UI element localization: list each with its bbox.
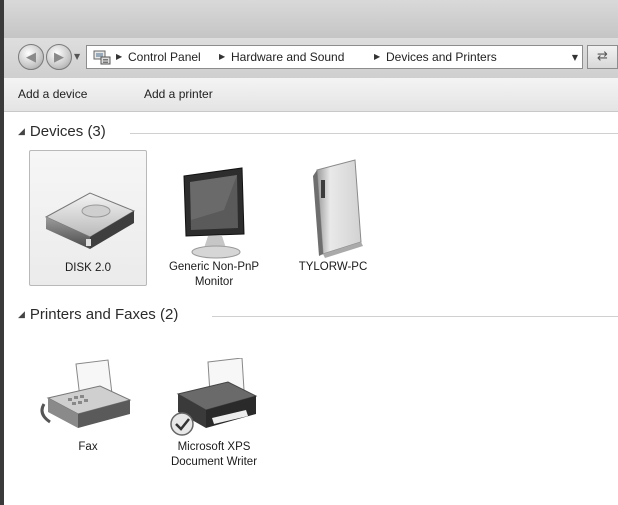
forward-arrow-icon: ▶ <box>54 49 64 65</box>
refresh-button[interactable]: ⇄ <box>587 45 618 69</box>
window-title-area <box>0 0 618 40</box>
printers-group-title: Printers and Faxes (2) <box>29 306 179 323</box>
control-panel-icon <box>93 50 111 65</box>
fax-icon <box>40 359 132 428</box>
breadcrumb-control-panel[interactable]: Control Panel <box>128 50 201 64</box>
group-divider <box>212 316 618 317</box>
printer-label: Fax <box>78 441 98 453</box>
printer-icon <box>170 358 258 436</box>
refresh-icon: ⇄ <box>597 49 608 64</box>
devices-group-header[interactable]: ◢ Devices (3) <box>18 123 106 140</box>
breadcrumb-separator-icon[interactable]: ▶ <box>116 52 122 61</box>
devices-group-title: Devices (3) <box>29 123 106 140</box>
device-label: TYLORW-PC <box>298 261 368 273</box>
collapse-triangle-icon[interactable]: ◢ <box>18 309 25 319</box>
device-item-disk[interactable]: DISK 2.0 <box>29 150 147 286</box>
address-dropdown-icon[interactable]: ▼ <box>572 53 578 62</box>
add-device-button[interactable]: Add a device <box>18 87 87 101</box>
address-bar[interactable]: ▶ Control Panel ▶ Hardware and Sound ▶ D… <box>86 45 583 69</box>
device-item-monitor[interactable]: Generic Non-PnP Monitor <box>155 150 273 290</box>
command-bar: Add a device Add a printer <box>4 78 618 112</box>
breadcrumb-separator-icon[interactable]: ▶ <box>219 52 225 61</box>
device-label: Generic Non-PnP Monitor <box>168 261 260 288</box>
collapse-triangle-icon[interactable]: ◢ <box>18 126 25 136</box>
monitor-icon <box>183 167 245 259</box>
breadcrumb-devices-and-printers[interactable]: Devices and Printers <box>386 50 497 64</box>
device-label: DISK 2.0 <box>64 262 112 274</box>
breadcrumb-hardware-and-sound[interactable]: Hardware and Sound <box>231 50 344 64</box>
disk-drive-icon <box>44 192 136 249</box>
printer-item-xps[interactable]: Microsoft XPS Document Writer <box>155 358 273 470</box>
back-button[interactable]: ◀ <box>18 44 44 70</box>
printers-group-header[interactable]: ◢ Printers and Faxes (2) <box>18 306 178 323</box>
printer-label: Microsoft XPS Document Writer <box>170 441 258 468</box>
group-divider <box>130 133 618 134</box>
printer-item-fax[interactable]: Fax <box>29 358 147 455</box>
breadcrumb-separator-icon[interactable]: ▶ <box>374 52 380 61</box>
add-printer-button[interactable]: Add a printer <box>144 87 213 101</box>
computer-tower-icon <box>313 159 363 258</box>
forward-button[interactable]: ▶ <box>46 44 72 70</box>
back-arrow-icon: ◀ <box>26 49 36 65</box>
recent-pages-dropdown[interactable]: ▼ <box>74 52 80 61</box>
device-item-computer[interactable]: TYLORW-PC <box>274 150 392 275</box>
